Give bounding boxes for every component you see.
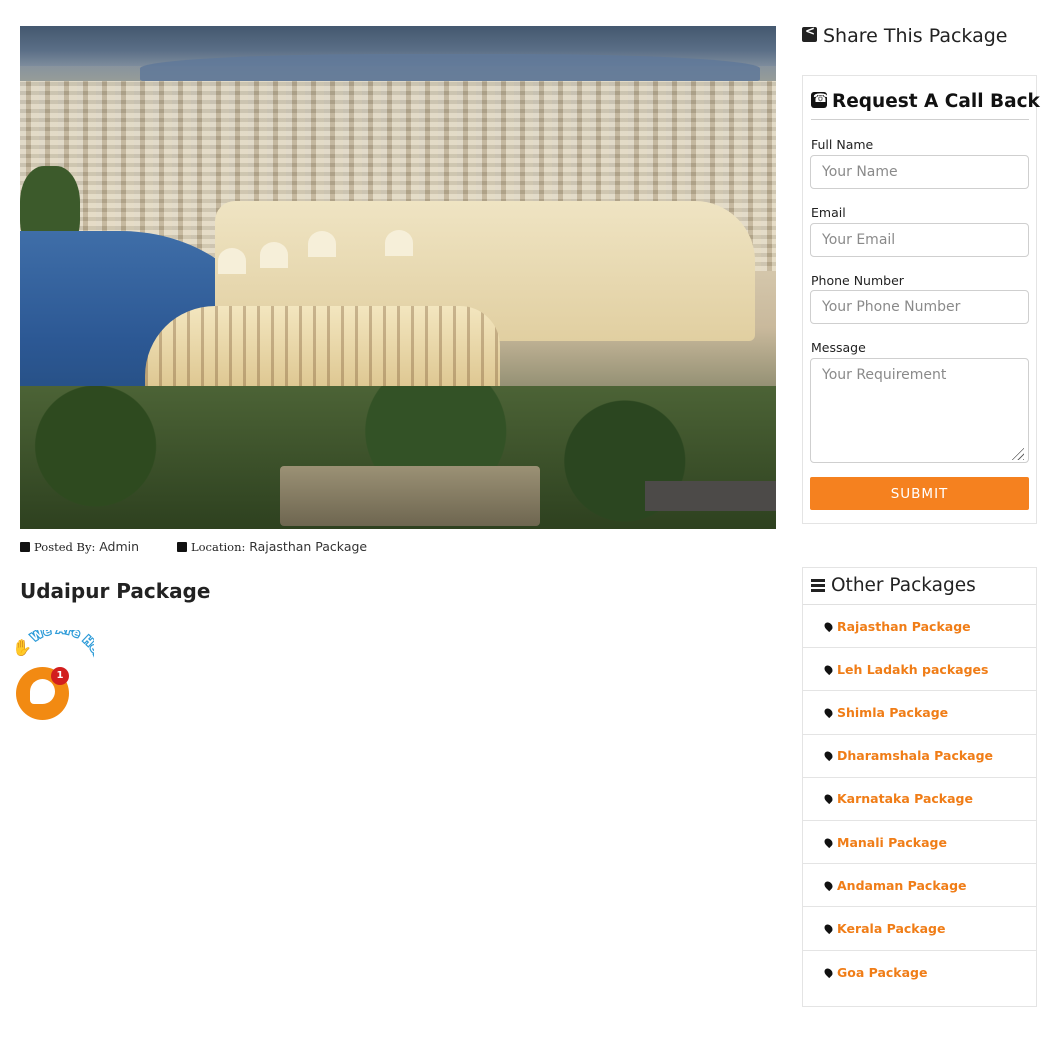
posted-by-label: Posted By: [34, 540, 96, 554]
hero-image [20, 26, 776, 529]
package-link-label: Karnataka Package [837, 791, 973, 807]
posted-by-value: Admin [99, 539, 140, 554]
other-packages-title: Other Packages [831, 575, 976, 596]
map-pin-icon [822, 749, 835, 762]
map-pin-icon [822, 922, 835, 935]
list-icon [811, 579, 825, 592]
other-packages-heading: Other Packages [803, 568, 1036, 605]
package-link-label: Andaman Package [837, 877, 967, 893]
posted-by: Posted By: Admin [20, 539, 139, 554]
package-link-label: Rajasthan Package [837, 618, 971, 634]
briefcase-icon [177, 542, 187, 552]
phone-label: Phone Number [811, 273, 904, 288]
package-link[interactable]: Kerala Package [803, 907, 1036, 951]
package-link[interactable]: Rajasthan Package [803, 605, 1036, 649]
share-title: Share This Package [823, 25, 1008, 47]
map-pin-icon [822, 966, 835, 978]
package-link[interactable]: Andaman Package [803, 864, 1036, 908]
package-link[interactable]: Goa Package [803, 951, 1036, 994]
submit-button[interactable]: SUBMIT [810, 477, 1029, 510]
message-label: Message [811, 340, 866, 355]
map-pin-icon [822, 879, 835, 891]
package-link-label: Kerala Package [837, 920, 946, 936]
map-pin-icon [822, 836, 835, 848]
hero-dome [218, 248, 246, 274]
email-input[interactable] [810, 223, 1029, 257]
phone-input[interactable] [810, 290, 1029, 324]
package-link-label: Shimla Package [837, 704, 949, 720]
location-label: Location: [191, 540, 246, 554]
map-pin-icon [822, 620, 835, 632]
location-value: Rajasthan Package [249, 539, 368, 554]
chat-bubble-icon [30, 679, 55, 704]
page-title: Udaipur Package [20, 579, 211, 603]
phone-icon [811, 91, 828, 108]
hero-wall [280, 466, 540, 526]
hero-dome [260, 242, 288, 268]
package-link[interactable]: Dharamshala Package [803, 735, 1036, 778]
email-label: Email [811, 205, 846, 220]
callback-form: Request A Call Back Full Name Email Phon… [802, 75, 1040, 524]
message-textarea[interactable] [810, 358, 1029, 463]
map-pin-icon [822, 663, 835, 675]
callback-title: Request A Call Back [832, 91, 1040, 112]
package-link-label: Leh Ladakh packages [837, 661, 989, 677]
package-link[interactable]: Leh Ladakh packages [803, 648, 1036, 692]
hero-roof [645, 481, 776, 511]
hero-dome [385, 230, 413, 256]
full-name-input[interactable] [810, 155, 1029, 189]
share-icon [802, 24, 817, 42]
other-packages: Other Packages Rajasthan Package Leh Lad… [802, 567, 1037, 1007]
package-link-label: Manali Package [837, 834, 947, 850]
full-name-label: Full Name [811, 137, 874, 152]
map-pin-icon [822, 706, 835, 719]
package-link[interactable]: Karnataka Package [803, 778, 1036, 821]
hero-dome [308, 231, 336, 257]
package-link[interactable]: Manali Package [803, 821, 1036, 865]
package-link-label: Dharamshala Package [837, 748, 994, 764]
user-icon [20, 542, 30, 552]
chat-notification-badge: 1 [51, 667, 69, 685]
location: Location: Rajasthan Package [177, 539, 367, 554]
callback-heading: Request A Call Back [811, 91, 1040, 120]
share-package[interactable]: Share This Package [802, 24, 1008, 47]
package-link[interactable]: Shimla Package [803, 691, 1036, 735]
package-link-label: Goa Package [837, 964, 928, 980]
map-pin-icon [822, 793, 835, 805]
